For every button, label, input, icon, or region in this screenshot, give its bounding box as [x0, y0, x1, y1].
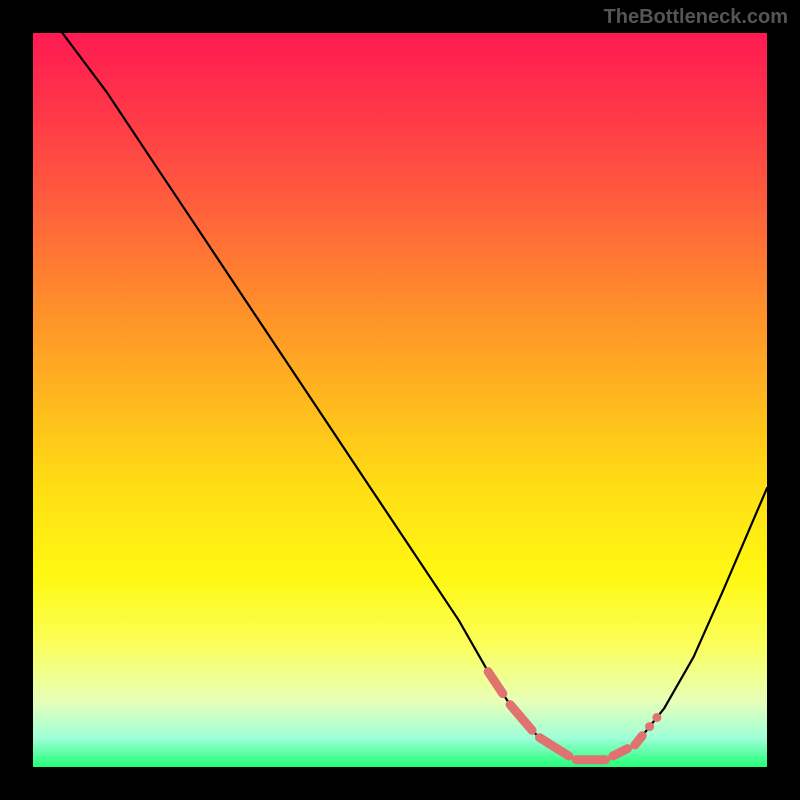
- highlight-segment: [510, 705, 532, 731]
- highlight-segment: [635, 736, 642, 745]
- highlight-segment: [488, 672, 503, 694]
- highlight-point: [645, 722, 654, 731]
- highlight-marks: [488, 672, 661, 760]
- chart-frame: TheBottleneck.com: [0, 0, 800, 800]
- highlight-segment: [540, 738, 569, 756]
- highlight-segment: [613, 749, 628, 756]
- highlight-point: [652, 713, 661, 722]
- watermark-text: TheBottleneck.com: [604, 6, 788, 29]
- chart-overlay: [33, 33, 767, 767]
- bottleneck-curve: [62, 33, 767, 760]
- plot-area: [33, 33, 767, 767]
